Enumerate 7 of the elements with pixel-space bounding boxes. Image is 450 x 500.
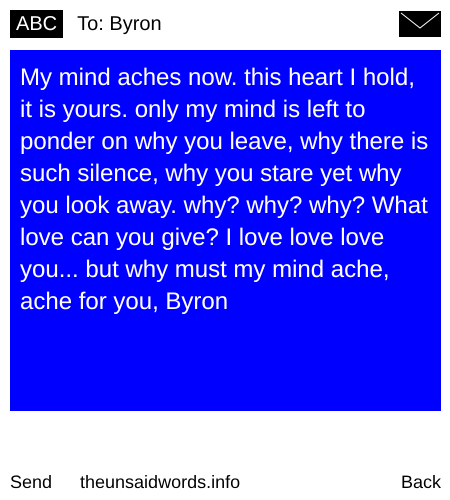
envelope-icon bbox=[399, 11, 441, 37]
back-softkey[interactable]: Back bbox=[400, 472, 441, 493]
message-text[interactable]: My mind aches now. this heart I hold, it is yours. only my mind is left to ponder on why you leave, why there is such silence, why you stare yet why you look away. why? why? why? What love can you give? I love love love you... but why must my mind ache, ache for you, Byron bbox=[10, 50, 441, 411]
website-label: theunsaidwords.info bbox=[80, 472, 242, 493]
recipient-label: To: Byron bbox=[77, 12, 163, 36]
send-softkey[interactable]: Send bbox=[10, 472, 80, 493]
input-mode-indicator: ABC bbox=[10, 10, 64, 38]
